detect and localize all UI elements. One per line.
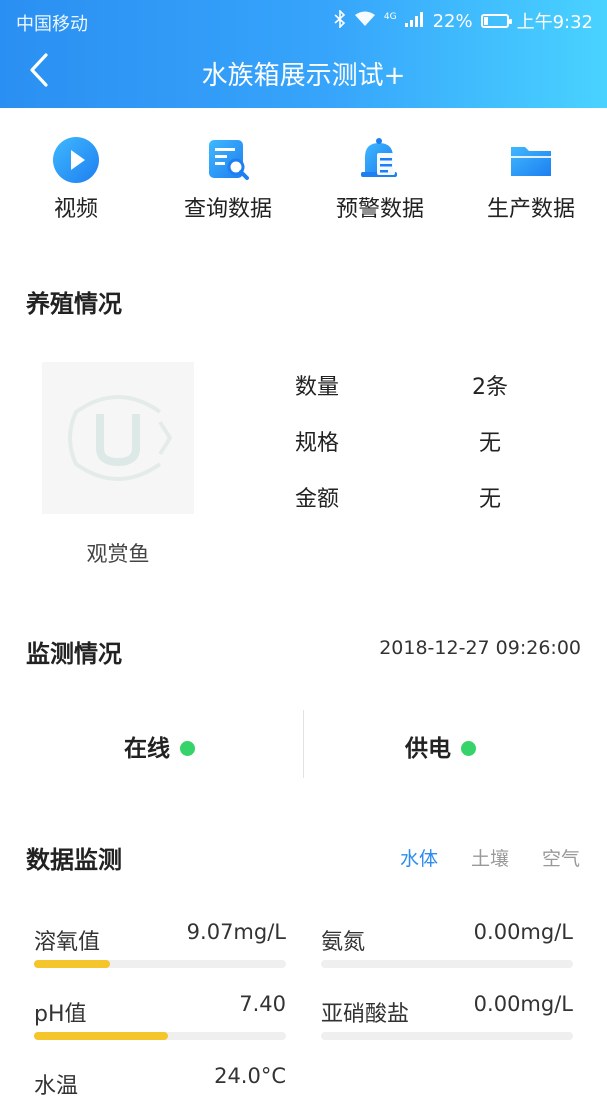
- metric-bar-fill: [34, 960, 110, 968]
- status-divider: [303, 710, 304, 778]
- play-icon: [51, 135, 101, 185]
- quantity-label: 数量: [295, 375, 340, 400]
- status-bar: 中国移动 4G 22% 上午9:32: [0, 0, 607, 40]
- query-data-action[interactable]: 查询数据: [153, 135, 303, 223]
- network-type: 4G: [383, 12, 397, 22]
- metric-value: 0.00mg/L: [473, 920, 573, 944]
- metric-label: 氨氮: [321, 930, 366, 955]
- metric-bar: [34, 1032, 286, 1040]
- status-right: 4G 22% 上午9:32: [334, 8, 593, 34]
- metric-bar: [321, 1032, 573, 1040]
- search-document-icon: [203, 135, 253, 185]
- spec-label: 规格: [295, 431, 340, 456]
- battery-percent: 22%: [432, 10, 473, 32]
- breeding-title: 养殖情况: [26, 290, 122, 318]
- wifi-icon: [354, 11, 376, 32]
- tab-air[interactable]: 空气: [542, 844, 580, 871]
- online-label: 在线: [124, 736, 170, 762]
- amount-value: 无: [478, 487, 501, 512]
- query-data-label: 查询数据: [183, 197, 272, 222]
- monitoring-title: 监测情况: [26, 640, 122, 668]
- page-title: 水族箱展示测试+: [201, 61, 406, 91]
- power-label: 供电: [405, 736, 451, 762]
- alert-data-action[interactable]: 预警数据: [305, 135, 455, 223]
- tab-water[interactable]: 水体: [400, 844, 438, 871]
- alert-data-label: 预警数据: [335, 197, 424, 222]
- video-label: 视频: [53, 197, 98, 222]
- metric-value: 24.0°C: [214, 1064, 286, 1088]
- metric-bar-fill: [34, 1032, 168, 1040]
- metric-label: pH值: [34, 1002, 87, 1027]
- online-dot-icon: [180, 740, 195, 756]
- app-header: 中国移动 4G 22% 上午9:32 水族箱展示测试+: [0, 0, 607, 108]
- battery-icon: [480, 14, 512, 28]
- alarm-bell-icon: [355, 135, 405, 185]
- metric-label: 水温: [34, 1074, 79, 1099]
- signal-icon: [404, 11, 425, 32]
- online-status: 在线: [8, 712, 311, 780]
- nav-bar: 水族箱展示测试+: [0, 40, 607, 108]
- metric-label: 溶氧值: [34, 930, 101, 955]
- fish-image: [42, 362, 194, 514]
- monitoring-timestamp: 2018-12-27 09:26:00: [379, 637, 581, 659]
- clock: 上午9:32: [516, 12, 593, 33]
- quantity-value: 2条: [472, 375, 508, 400]
- tab-soil[interactable]: 土壤: [471, 844, 509, 871]
- metric-bar: [321, 960, 573, 968]
- quick-actions: 视频 查询数据 预警数据 生产数据: [0, 135, 607, 235]
- metric-value: 7.40: [239, 992, 286, 1016]
- metric-bar: [34, 960, 286, 968]
- bluetooth-icon: [334, 8, 346, 33]
- carrier-label: 中国移动: [16, 14, 88, 35]
- fish-name: 观赏鱼: [86, 542, 150, 566]
- folder-icon: [506, 135, 556, 185]
- power-status: 供电: [289, 712, 592, 780]
- power-dot-icon: [461, 740, 476, 756]
- metric-value: 9.07mg/L: [186, 920, 286, 944]
- spec-value: 无: [478, 431, 501, 456]
- logo-placeholder-icon: [68, 395, 173, 481]
- metric-label: 亚硝酸盐: [321, 1002, 410, 1027]
- data-monitoring-title: 数据监测: [26, 846, 122, 874]
- amount-label: 金额: [295, 487, 340, 512]
- production-data-label: 生产数据: [486, 197, 575, 222]
- video-action[interactable]: 视频: [1, 135, 151, 223]
- metric-value: 0.00mg/L: [473, 992, 573, 1016]
- production-data-action[interactable]: 生产数据: [456, 135, 606, 223]
